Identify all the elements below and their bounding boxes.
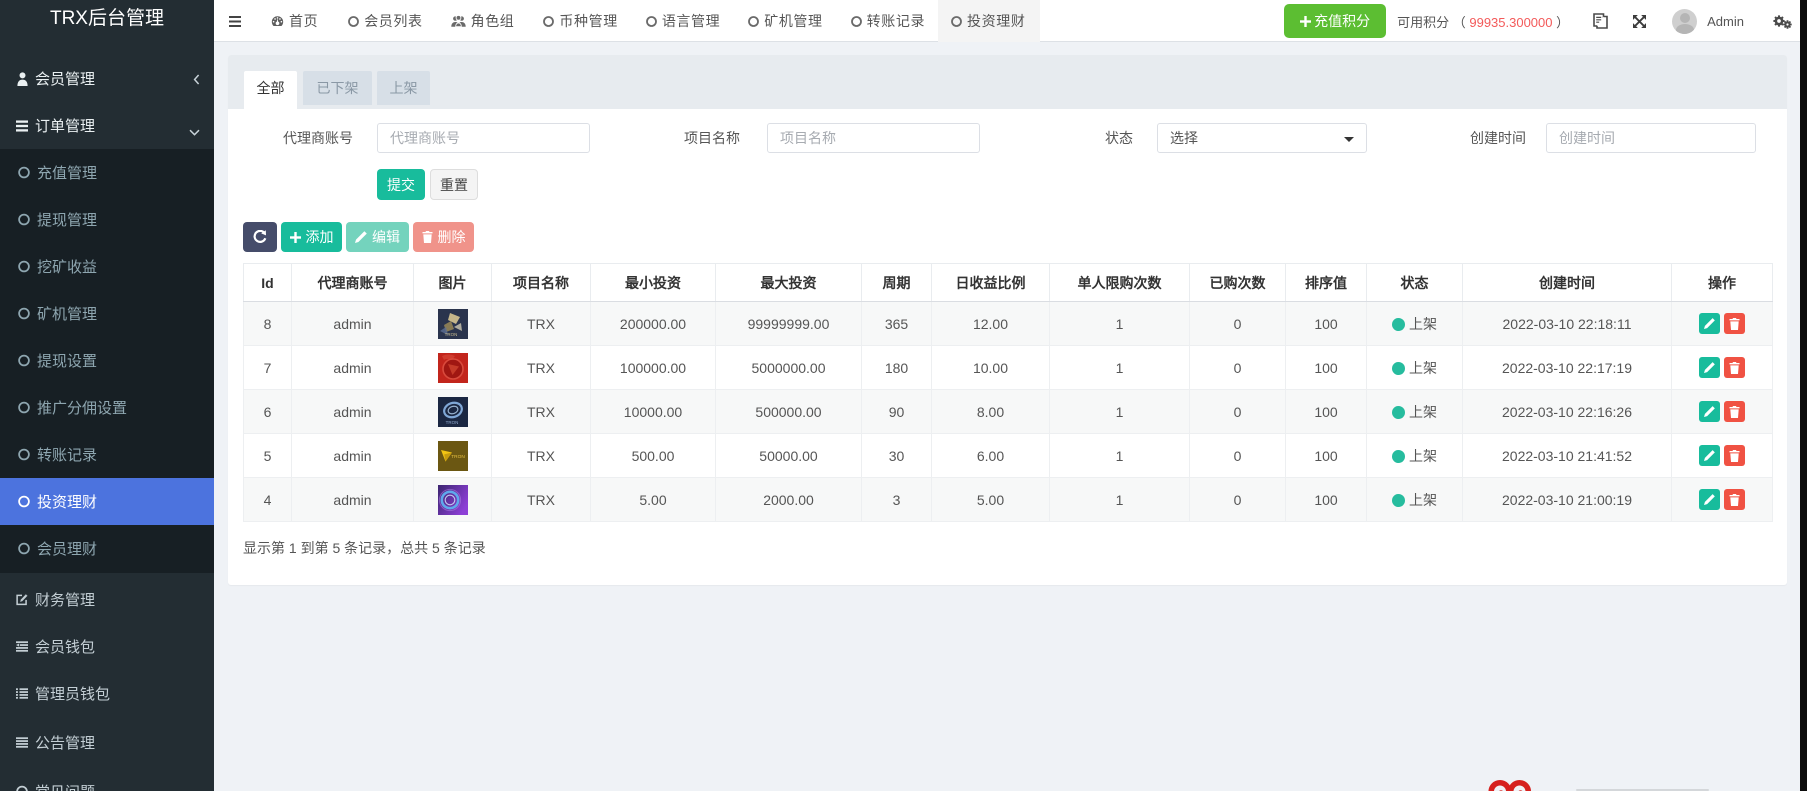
svg-text:TRON: TRON bbox=[445, 420, 458, 425]
svg-text:TRON: TRON bbox=[451, 454, 465, 460]
svg-text:TRON: TRON bbox=[444, 332, 457, 337]
